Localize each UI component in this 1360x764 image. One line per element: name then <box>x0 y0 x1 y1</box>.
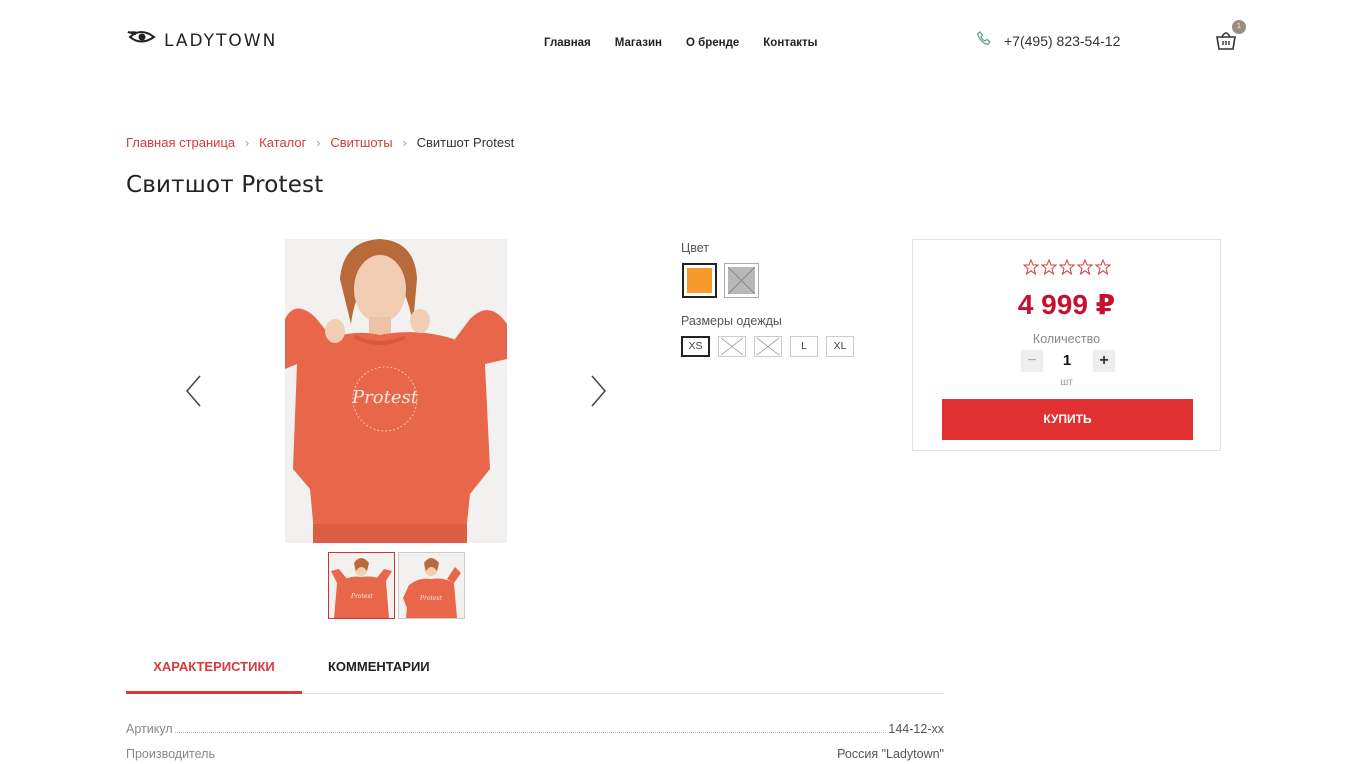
quantity-unit: шт <box>1060 377 1073 388</box>
cart-count-badge: 1 <box>1232 20 1246 34</box>
thumbnail-strip: Protest Protest <box>328 552 465 619</box>
color-swatch-orange[interactable] <box>682 263 717 298</box>
spec-value: Россия "Ladytown" <box>837 747 944 761</box>
chevron-right-icon: › <box>245 135 250 150</box>
nav-item-contacts[interactable]: Контакты <box>763 37 817 49</box>
logo-text: LADYTOWN <box>164 30 278 51</box>
breadcrumb-sweatshirts[interactable]: Свитшоты <box>330 135 392 150</box>
size-selector: XS L XL <box>681 336 854 357</box>
svg-text:Protest: Protest <box>350 593 374 600</box>
product-main-image[interactable]: Protest <box>285 239 507 543</box>
quantity-label: Количество <box>1032 332 1101 346</box>
product-tabs: ХАРАКТЕРИСТИКИ КОММЕНТАРИИ <box>126 648 944 694</box>
size-unavailable[interactable] <box>754 336 782 357</box>
phone-contact[interactable]: +7(495) 823-54-12 <box>976 30 1120 51</box>
breadcrumb-current: Свитшот Protest <box>416 135 515 150</box>
cart-button[interactable]: 1 <box>1214 20 1246 56</box>
phone-icon <box>976 30 992 51</box>
breadcrumb-home[interactable]: Главная страница <box>126 135 235 150</box>
quantity-increase-button[interactable]: + <box>1093 350 1115 372</box>
size-xs[interactable]: XS <box>681 336 710 357</box>
color-swatch-gray[interactable] <box>724 263 759 298</box>
quantity-input[interactable] <box>1053 350 1081 372</box>
star-outline-icon <box>1023 259 1111 275</box>
gallery-prev-button[interactable] <box>182 373 206 409</box>
logo[interactable]: LADYTOWN <box>126 28 277 53</box>
phone-number: +7(495) 823-54-12 <box>1004 32 1121 49</box>
unavailable-cross-icon <box>728 267 755 294</box>
nav-item-brand[interactable]: О бренде <box>686 37 739 49</box>
spec-name: Артикул <box>126 722 173 736</box>
basket-icon <box>1214 32 1238 56</box>
size-unavailable[interactable] <box>718 336 746 357</box>
chevron-left-icon <box>182 375 206 413</box>
chevron-right-icon <box>586 375 610 413</box>
color-label: Цвет <box>681 241 710 255</box>
spec-name: Производитель <box>126 747 215 761</box>
sizes-label: Размеры одежды <box>681 314 782 328</box>
spec-row: Производитель Россия "Ladytown" <box>126 747 944 761</box>
size-xl[interactable]: XL <box>826 336 854 357</box>
breadcrumb: Главная страница › Каталог › Свитшоты › … <box>126 135 514 150</box>
print-text: Protest <box>351 387 419 408</box>
thumbnail-1[interactable]: Protest <box>328 552 395 619</box>
chevron-right-icon: › <box>402 135 407 150</box>
gallery-next-button[interactable] <box>586 373 610 409</box>
unavailable-cross-icon <box>756 337 780 356</box>
spec-row: Артикул 144-12-хх <box>126 722 944 736</box>
nav-item-home[interactable]: Главная <box>544 37 591 49</box>
spec-value: 144-12-хх <box>888 722 944 736</box>
minus-icon: − <box>1027 352 1037 369</box>
buy-button[interactable]: КУПИТЬ <box>942 399 1193 440</box>
nav-item-shop[interactable]: Магазин <box>615 37 662 49</box>
page-title: Свитшот Protest <box>126 172 324 198</box>
quantity-decrease-button[interactable]: − <box>1021 350 1043 372</box>
color-swatch-fill <box>728 267 755 294</box>
thumbnail-2[interactable]: Protest <box>398 552 465 619</box>
spec-divider <box>174 732 887 733</box>
main-nav: Главная Магазин О бренде Контакты <box>544 37 818 49</box>
chevron-right-icon: › <box>316 135 321 150</box>
breadcrumb-catalog[interactable]: Каталог <box>259 135 306 150</box>
tab-comments[interactable]: КОММЕНТАРИИ <box>328 648 430 694</box>
eye-logo-icon <box>126 28 156 53</box>
plus-icon: + <box>1099 352 1109 369</box>
color-swatch-fill <box>687 268 712 293</box>
svg-text:Protest: Protest <box>419 595 443 602</box>
tab-characteristics[interactable]: ХАРАКТЕРИСТИКИ <box>126 648 302 694</box>
unavailable-cross-icon <box>720 337 744 356</box>
buy-panel: 4 999 ₽ Количество − + шт КУПИТЬ <box>912 239 1221 451</box>
product-price: 4 999 ₽ <box>1017 289 1116 320</box>
size-l[interactable]: L <box>790 336 818 357</box>
rating-stars[interactable] <box>1023 259 1111 275</box>
